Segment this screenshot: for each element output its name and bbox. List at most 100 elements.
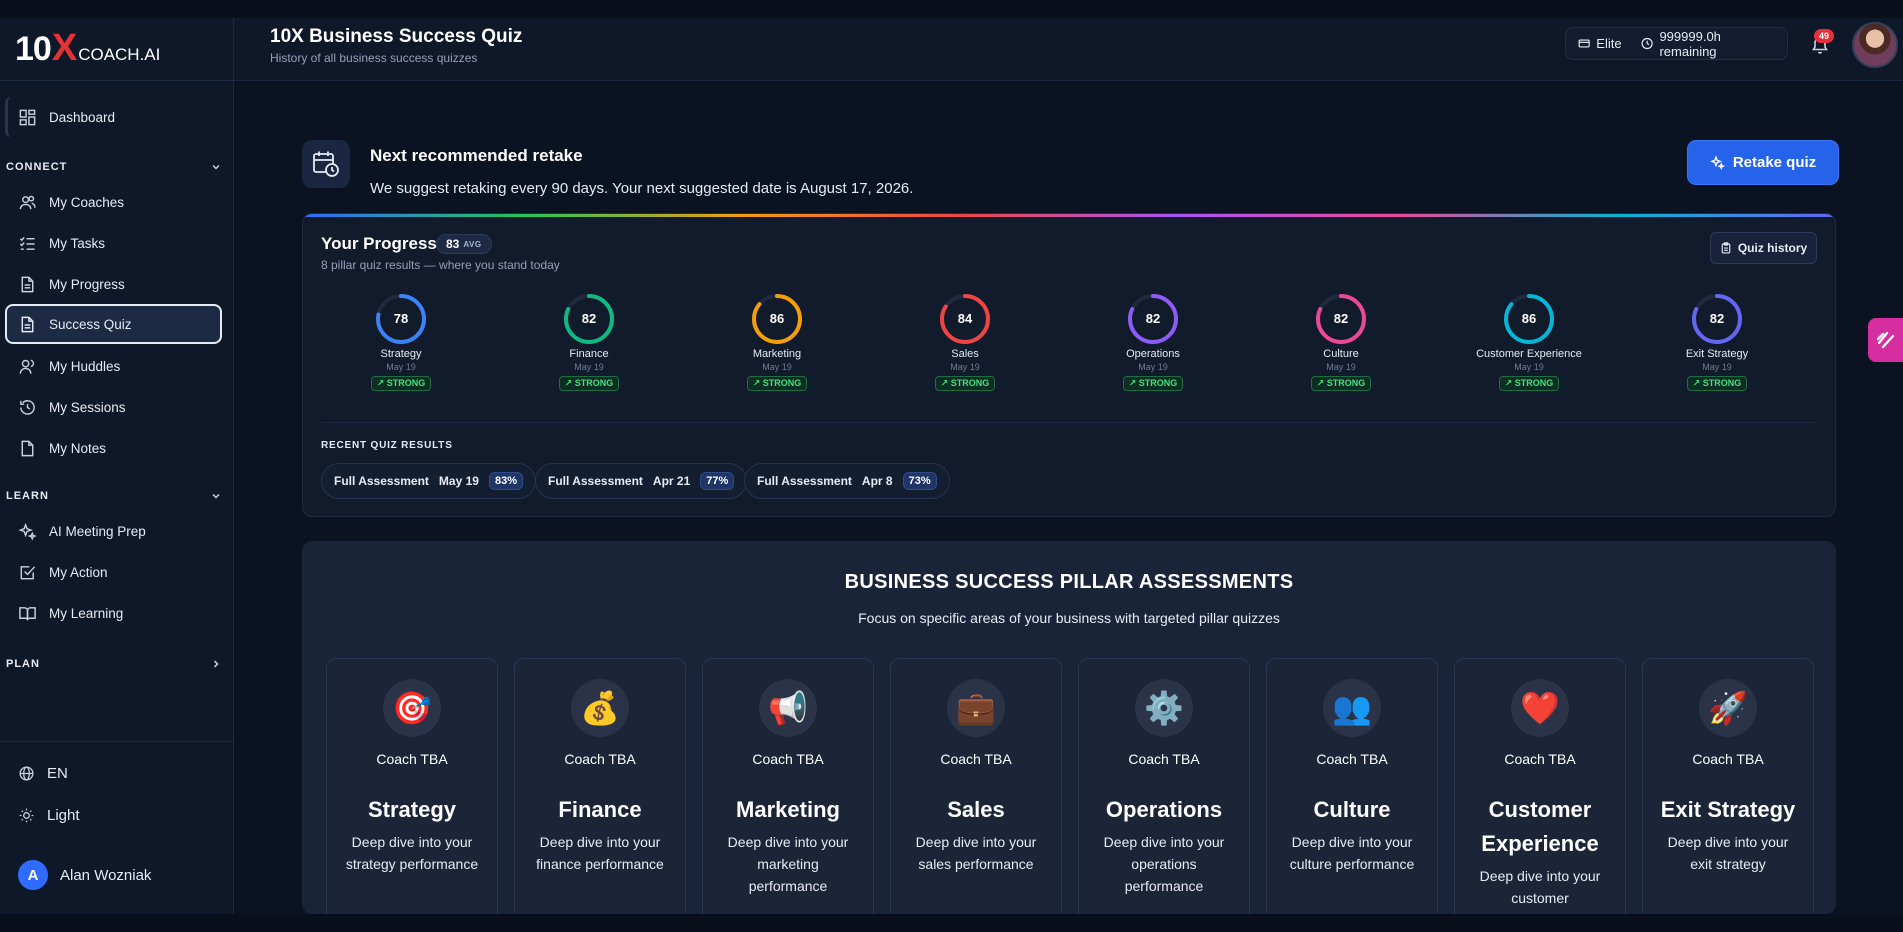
pillar-card[interactable]: 💰 Coach TBA Finance Deep dive into your fin… [514, 658, 686, 914]
pillar-card[interactable]: 🚀 Coach TBA Exit Strategy Deep dive into yo… [1642, 658, 1814, 914]
pillar-gauge[interactable]: 78 Strategy May 19 ↗ STRONG [321, 293, 481, 391]
theme-toggle[interactable]: Light [18, 807, 80, 824]
sidebar-item-my-coaches[interactable]: My Coaches [5, 182, 222, 222]
status-text: STRONG [1326, 378, 1366, 388]
sidebar-item-my-tasks[interactable]: My Tasks [5, 223, 222, 263]
pillar-gauge[interactable]: 82 Finance May 19 ↗ STRONG [509, 293, 669, 391]
sidebar-item-my-progress[interactable]: My Progress [5, 264, 222, 304]
sidebar-item-success-quiz[interactable]: Success Quiz [5, 304, 222, 344]
status-text: STRONG [1702, 378, 1742, 388]
status-text: STRONG [762, 378, 802, 388]
trend-up-icon: ↗ [1692, 378, 1703, 388]
pillar-card-title: Finance [558, 797, 642, 822]
time-remaining: 999999.0h remaining [1659, 28, 1721, 59]
sparkles-icon [1709, 155, 1725, 170]
pillar-gauge[interactable]: 82 Culture May 19 ↗ STRONG [1261, 293, 1421, 391]
pillar-card[interactable]: 👥 Coach TBA Culture Deep dive into your cul… [1266, 658, 1438, 914]
pillar-card[interactable]: ❤️ Coach TBA Customer Experience Deep dive … [1454, 658, 1626, 914]
recent-result-chip[interactable]: Full Assessment Apr 8 73% [744, 463, 950, 499]
sidebar-item-label: My Huddles [49, 358, 121, 374]
document-icon [21, 276, 34, 292]
result-name: Full Assessment [757, 474, 852, 488]
pillar-icon: 💼 [947, 679, 1005, 737]
logo-coach: COACH.AI [78, 45, 161, 64]
score-ring: 84 [939, 293, 991, 345]
sidebar-item-my-learning[interactable]: My Learning [5, 593, 222, 633]
checkbox-icon [20, 565, 36, 579]
top-strip [0, 0, 1903, 18]
pillar-card-description: Deep dive into your strategy performance [345, 834, 479, 872]
result-name: Full Assessment [548, 474, 643, 488]
pillar-card[interactable]: 🎯 Coach TBA Strategy Deep dive into your st… [326, 658, 498, 914]
clipboard-icon [1721, 242, 1731, 254]
pillar-coach: Coach TBA [564, 751, 636, 767]
score-value: 82 [581, 311, 597, 326]
pillar-card[interactable]: ⚙️ Coach TBA Operations Deep dive into your… [1078, 658, 1250, 914]
pillar-coach: Coach TBA [752, 751, 824, 767]
section-connect[interactable]: CONNECT [6, 161, 222, 173]
average-score-value: 83 [446, 237, 460, 251]
pillar-gauge[interactable]: 86 Customer Experience May 19 ↗ STRONG [1449, 293, 1609, 391]
result-date: Apr 8 [861, 474, 893, 488]
pillar-name: Culture [1323, 348, 1359, 360]
theme-label: Light [47, 807, 80, 824]
sidebar-item-my-sessions[interactable]: My Sessions [5, 387, 222, 427]
progress-card: Your Progress 83 AVG 8 pillar quiz resul… [302, 213, 1836, 517]
score-value: 84 [957, 311, 973, 326]
plan-status-pill[interactable]: Elite 999999.0h remaining [1565, 27, 1788, 60]
pillar-card[interactable]: 📢 Coach TBA Marketing Deep dive into your m… [702, 658, 874, 914]
score-ring: 78 [375, 293, 427, 345]
language-selector[interactable]: EN [18, 765, 68, 782]
language-label: EN [47, 765, 68, 782]
pillar-date: May 19 [1514, 362, 1544, 372]
recent-result-chip[interactable]: Full Assessment May 19 83% [321, 463, 536, 499]
score-ring: 82 [1691, 293, 1743, 345]
app-logo[interactable]: 10 X COACH.AI [15, 27, 160, 70]
section-plan[interactable]: PLAN [6, 658, 222, 670]
score-ring: 82 [1315, 293, 1367, 345]
pillar-icon: 🎯 [383, 679, 441, 737]
quiz-history-button[interactable]: Quiz history [1710, 232, 1817, 264]
status-text: STRONG [574, 378, 614, 388]
header-divider [233, 18, 234, 81]
progress-subtitle: 8 pillar quiz results — where you stand … [321, 258, 560, 272]
average-score-pill: 83 AVG [436, 234, 492, 254]
sparkles-icon [18, 522, 37, 541]
pillar-card[interactable]: 💼 Coach TBA Sales Deep dive into your sales… [890, 658, 1062, 914]
sidebar-item-ai-meeting-prep[interactable]: AI Meeting Prep [5, 511, 222, 551]
chevron-right-icon [213, 660, 219, 668]
recent-result-chip[interactable]: Full Assessment Apr 21 77% [535, 463, 748, 499]
retake-quiz-button[interactable]: Retake quiz [1688, 141, 1838, 184]
pillar-card-description: Deep dive into your sales performance [915, 834, 1037, 872]
pillar-date: May 19 [1326, 362, 1356, 372]
pillar-gauge[interactable]: 82 Operations May 19 ↗ STRONG [1073, 293, 1233, 391]
user-profile[interactable]: A Alan Wozniak [18, 860, 151, 890]
sidebar-item-my-action[interactable]: My Action [5, 552, 222, 592]
score-value: 82 [1333, 311, 1349, 326]
sidebar-item-dashboard[interactable]: Dashboard [5, 97, 222, 137]
pillar-name: Sales [951, 348, 979, 360]
floating-side-tab[interactable] [1868, 318, 1903, 362]
user-avatar[interactable] [1852, 22, 1898, 68]
logo-x: X [51, 27, 78, 69]
section-connect-label: CONNECT [6, 161, 68, 173]
section-learn-label: LEARN [6, 490, 49, 502]
sidebar-item-my-notes[interactable]: My Notes [5, 428, 222, 468]
pillar-gauge[interactable]: 82 Exit Strategy May 19 ↗ STRONG [1637, 293, 1797, 391]
pillar-gauge[interactable]: 84 Sales May 19 ↗ STRONG [885, 293, 1045, 391]
sidebar-item-label: Dashboard [49, 109, 116, 125]
pillar-name: Exit Strategy [1685, 348, 1749, 360]
status-text: STRONG [1514, 378, 1554, 388]
retake-title: Next recommended retake [370, 146, 583, 165]
retake-description: We suggest retaking every 90 days. Your … [370, 180, 914, 197]
status-badge: ↗ STRONG [370, 376, 432, 391]
page-title: 10X Business Success Quiz [270, 26, 523, 47]
pillar-name: Customer Experience [1476, 348, 1582, 360]
pillar-coach: Coach TBA [1128, 751, 1200, 767]
section-learn[interactable]: LEARN [6, 490, 222, 502]
sidebar-item-my-huddles[interactable]: My Huddles [5, 346, 222, 386]
status-badge: ↗ STRONG [1122, 376, 1184, 391]
sidebar-item-label: My Tasks [49, 235, 106, 251]
pillar-gauge[interactable]: 86 Marketing May 19 ↗ STRONG [697, 293, 857, 391]
logo-ten: 10 [15, 30, 52, 68]
